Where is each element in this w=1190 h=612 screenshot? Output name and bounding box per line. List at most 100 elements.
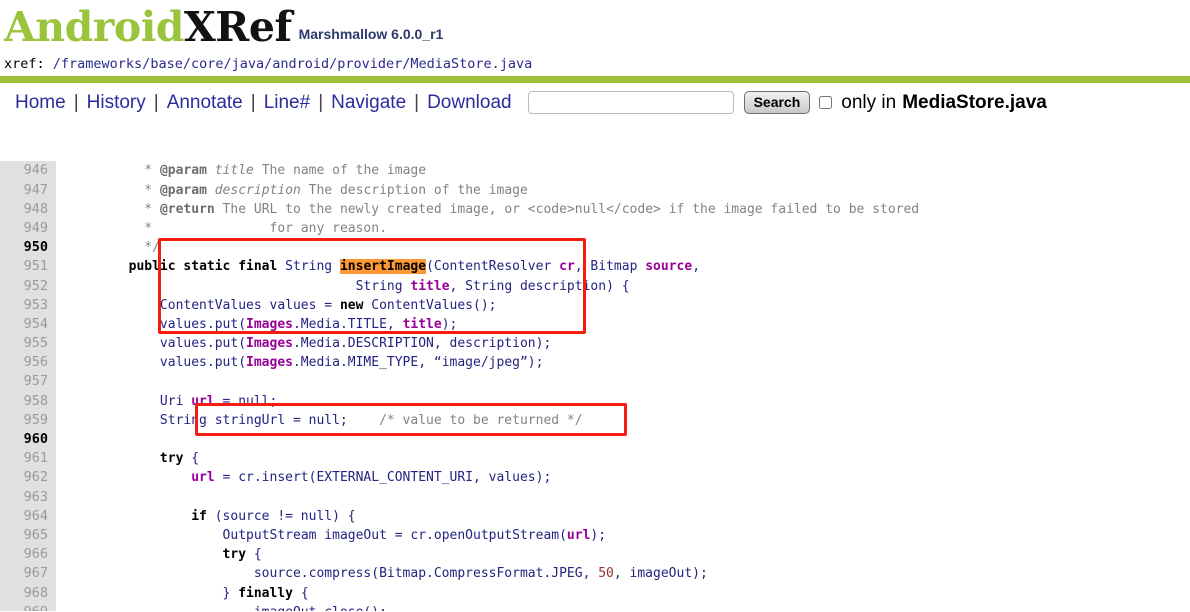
line-number-link[interactable]: 959 <box>0 410 56 431</box>
line-number-link[interactable]: 947 <box>0 180 56 200</box>
code-line: 961 try { <box>0 449 1190 469</box>
code-line: 953 ContentValues values = new ContentVa… <box>0 295 1190 315</box>
line-number-link[interactable]: 956 <box>0 353 56 373</box>
line-number-link[interactable]: 960 <box>0 430 56 450</box>
line-number-link[interactable]: 948 <box>0 199 56 219</box>
line-number-link[interactable]: 961 <box>0 449 56 469</box>
nav-item-download[interactable]: Download <box>420 92 519 114</box>
code-line: 951 public static final String insertIma… <box>0 257 1190 277</box>
line-number-link[interactable]: 949 <box>0 218 56 239</box>
code-line-text: values.put(Images.Media.TITLE, title); <box>159 316 458 332</box>
nav-separator: | <box>414 91 420 113</box>
breadcrumb: xref: /frameworks/base/core/java/android… <box>0 56 1190 76</box>
xref-label: xref: <box>4 56 53 72</box>
line-number-link[interactable]: 952 <box>0 276 56 296</box>
code-line-text: OutputStream imageOut = cr.openOutputStr… <box>222 527 607 543</box>
only-in-file-checkbox[interactable] <box>819 96 833 109</box>
source-code-viewer[interactable]: 946 * @param title The name of the image… <box>0 123 1190 611</box>
code-line-text: String stringUrl = null; /* value to be … <box>159 412 583 428</box>
logo-android-text: Android <box>4 3 184 51</box>
code-line: 949 * for any reason. <box>0 218 1190 239</box>
code-line: 954 values.put(Images.Media.TITLE, title… <box>0 314 1190 335</box>
code-line-text: source.compress(Bitmap.CompressFormat.JP… <box>253 566 708 582</box>
nav-item-line-number[interactable]: Line# <box>257 92 318 114</box>
search-button[interactable]: Search <box>743 91 811 114</box>
only-in-filename: MediaStore.java <box>902 91 1047 113</box>
navigation-bar: Home | History | Annotate | Line# | Navi… <box>0 83 1190 123</box>
line-number-link[interactable]: 966 <box>0 545 56 565</box>
line-number-link[interactable]: 955 <box>0 334 56 354</box>
code-line: 966 try { <box>0 545 1190 565</box>
site-logo[interactable]: AndroidXRef <box>4 4 292 50</box>
code-line: 950 */ <box>0 238 1190 258</box>
nav-separator: | <box>318 91 324 113</box>
nav-item-annotate[interactable]: Annotate <box>160 92 250 114</box>
code-line: 957 <box>0 372 1190 392</box>
code-line: 947 * @param description The description… <box>0 180 1190 200</box>
line-number-link[interactable]: 965 <box>0 525 56 546</box>
code-line: 958 Uri url = null; <box>0 391 1190 411</box>
code-line-text: * @return The URL to the newly created i… <box>144 201 920 217</box>
android-version-label: Marshmallow 6.0.0_r1 <box>298 26 444 42</box>
xref-path-link[interactable]: /frameworks/base/core/java/android/provi… <box>53 56 533 72</box>
line-number-link[interactable]: 950 <box>0 238 56 258</box>
only-in-label: only in <box>841 91 897 113</box>
nav-separator: | <box>153 91 159 113</box>
code-line: 952 String title, String description) { <box>0 276 1190 296</box>
search-input[interactable] <box>527 91 734 114</box>
code-line-text: try { <box>159 451 200 467</box>
code-line: 964 if (source != null) { <box>0 506 1190 526</box>
line-number-link[interactable]: 946 <box>0 161 56 181</box>
code-line-text: * @param title The name of the image <box>144 163 427 179</box>
logo-xref-text: XRef <box>183 3 292 51</box>
code-line: 956 values.put(Images.Media.MIME_TYPE, “… <box>0 353 1190 373</box>
line-number-link[interactable]: 962 <box>0 468 56 488</box>
code-line-text: Uri url = null; <box>159 393 278 409</box>
line-number-link[interactable]: 964 <box>0 506 56 526</box>
code-line-text: String title, String description) { <box>355 278 630 294</box>
nav-item-history[interactable]: History <box>80 92 153 114</box>
code-line: 948 * @return The URL to the newly creat… <box>0 199 1190 219</box>
code-line: 959 String stringUrl = null; /* value to… <box>0 410 1190 431</box>
nav-item-navigate[interactable]: Navigate <box>324 92 413 114</box>
code-lines-container: 946 * @param title The name of the image… <box>0 161 1190 611</box>
line-number-link[interactable]: 957 <box>0 372 56 392</box>
nav-item-home[interactable]: Home <box>8 92 73 114</box>
code-line: 946 * @param title The name of the image <box>0 161 1190 181</box>
code-line: 967 source.compress(Bitmap.CompressForma… <box>0 564 1190 584</box>
code-line-text: ContentValues values = new ContentValues… <box>159 297 497 313</box>
code-line-text: * @param description The description of … <box>144 182 528 198</box>
code-line-text: } finally { <box>222 585 309 601</box>
line-number-link[interactable]: 969 <box>0 602 56 611</box>
line-number-link[interactable]: 951 <box>0 257 56 277</box>
code-line-text: if (source != null) { <box>191 508 356 524</box>
code-line-text: */ <box>144 240 160 256</box>
line-number-link[interactable]: 954 <box>0 314 56 335</box>
nav-separator: | <box>73 91 79 113</box>
masthead: AndroidXRef Marshmallow 6.0.0_r1 <box>0 0 1190 56</box>
line-number-link[interactable]: 968 <box>0 583 56 603</box>
line-number-link[interactable]: 963 <box>0 487 56 507</box>
code-line: 965 OutputStream imageOut = cr.openOutpu… <box>0 525 1190 546</box>
code-line: 960 <box>0 430 1190 450</box>
line-number-link[interactable]: 967 <box>0 564 56 584</box>
code-line-text: public static final String insertImage(C… <box>128 259 701 275</box>
code-line: 963 <box>0 487 1190 507</box>
line-number-link[interactable]: 958 <box>0 391 56 411</box>
code-line-text: imageOut.close(); <box>56 603 387 611</box>
code-line: 962 url = cr.insert(EXTERNAL_CONTENT_URI… <box>0 468 1190 488</box>
line-number-link[interactable]: 953 <box>0 295 56 315</box>
code-line-text: values.put(Images.Media.MIME_TYPE, “imag… <box>159 355 544 371</box>
code-line-text: try { <box>222 547 262 563</box>
code-line-text: values.put(Images.Media.DESCRIPTION, des… <box>159 336 552 352</box>
nav-separator: | <box>250 91 256 113</box>
code-line-text: * for any reason. <box>144 220 387 236</box>
code-line: 969 imageOut.close(); <box>0 602 1190 611</box>
code-line-text: url = cr.insert(EXTERNAL_CONTENT_URI, va… <box>191 470 552 486</box>
green-divider <box>0 76 1190 83</box>
code-line: 968 } finally { <box>0 583 1190 603</box>
code-line: 955 values.put(Images.Media.DESCRIPTION,… <box>0 334 1190 354</box>
